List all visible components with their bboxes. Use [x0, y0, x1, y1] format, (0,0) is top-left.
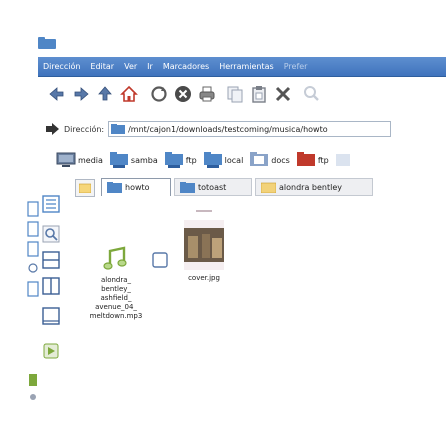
copy-icon[interactable] [224, 83, 246, 105]
location-value: /mnt/cajon1/downloads/testcoming/musica/… [128, 124, 328, 134]
window-folder-icon [38, 37, 56, 49]
music-note-icon [103, 246, 127, 270]
tab-label: alondra bentley [279, 182, 342, 192]
bookmark-ftp[interactable]: ftp [164, 152, 197, 168]
delete-icon[interactable] [272, 83, 294, 105]
bookmark-media[interactable]: media [56, 152, 103, 168]
view-tabs: howto totoast alondra bentley [75, 178, 375, 198]
file-item-cover[interactable]: cover.jpg [174, 200, 234, 283]
folder-icon [261, 182, 276, 193]
media-panel-icon[interactable] [42, 342, 60, 360]
side-panel [38, 187, 70, 407]
vertical-toolbar-icons [27, 201, 39, 400]
tab-label: totoast [198, 182, 227, 192]
bookmark-ftp-2[interactable]: ftp [296, 152, 329, 168]
tab-totoast[interactable]: totoast [174, 178, 252, 196]
menu-marcadores[interactable]: Marcadores [158, 62, 214, 71]
bookmark-label: ftp [185, 155, 197, 165]
bookmark-label: samba [130, 155, 158, 165]
file-name-line: bentley_ [101, 285, 131, 293]
file-view: alondra_ bentley_ ashfield_ avenue_04_ m… [78, 200, 378, 400]
image-thumbnail [184, 208, 224, 270]
vertical-toolbar [27, 200, 39, 405]
docs-folder-icon [250, 152, 269, 166]
panel-columns-icon[interactable] [42, 277, 60, 295]
blank-file-icon [152, 252, 168, 268]
menu-herramientas[interactable]: Herramientas [214, 62, 279, 71]
bookmark-more[interactable] [335, 152, 357, 168]
tree-view-icon[interactable] [42, 195, 60, 213]
search-panel-icon[interactable] [42, 225, 60, 243]
network-folder-icon [109, 152, 128, 168]
new-tab-button[interactable] [75, 179, 95, 197]
back-icon[interactable] [46, 83, 68, 105]
bookmark-label: ftp [317, 155, 329, 165]
menu-editar[interactable]: Editar [85, 62, 119, 71]
tab-alondra-bentley[interactable]: alondra bentley [255, 178, 373, 196]
location-arrow-icon [46, 123, 59, 135]
panel-split-icon[interactable] [42, 251, 60, 269]
file-name-line: avenue_04_ [95, 303, 137, 311]
tab-howto[interactable]: howto [101, 178, 171, 196]
bookmark-samba[interactable]: samba [109, 152, 158, 168]
panel-single-icon[interactable] [42, 307, 60, 325]
file-name-line: ashfield_ [100, 294, 132, 302]
forward-icon[interactable] [70, 83, 92, 105]
network-folder-icon [164, 152, 183, 168]
monitor-icon [56, 152, 76, 167]
file-name: cover.jpg [188, 274, 220, 282]
paste-icon[interactable] [248, 83, 270, 105]
bookmark-label: docs [271, 155, 290, 165]
bookmark-docs[interactable]: docs [249, 152, 290, 168]
location-bar: Dirección: /mnt/cajon1/downloads/testcom… [46, 119, 446, 139]
file-name-line: meltdown.mp3 [89, 312, 143, 320]
home-icon[interactable] [118, 83, 140, 105]
location-input[interactable]: /mnt/cajon1/downloads/testcoming/musica/… [108, 121, 392, 137]
menu-ver[interactable]: Ver [119, 62, 142, 71]
zoom-icon[interactable] [300, 83, 322, 105]
reload-icon[interactable] [148, 83, 170, 105]
file-name-line: alondra_ [100, 276, 132, 284]
stop-icon[interactable] [172, 83, 194, 105]
bookmarks-bar: media samba ftp local docs ftp [56, 150, 446, 170]
red-folder-icon [296, 152, 315, 166]
folder-open-icon [79, 183, 91, 193]
folder-icon [107, 182, 122, 193]
up-icon[interactable] [94, 83, 116, 105]
bookmark-label: local [224, 155, 244, 165]
menu-preferencias[interactable]: Prefer [279, 62, 313, 71]
bookmark-label: media [78, 155, 103, 165]
print-icon[interactable] [196, 83, 218, 105]
folder-icon [111, 124, 126, 134]
folder-icon [180, 181, 195, 193]
file-item-mp3[interactable]: alondra_ bentley_ ashfield_ avenue_04_ m… [86, 246, 146, 321]
menu-ir[interactable]: Ir [142, 62, 158, 71]
network-folder-icon [203, 152, 222, 168]
menu-direccion[interactable]: Dirección [38, 62, 85, 71]
folder-icon [335, 154, 350, 166]
bookmark-local[interactable]: local [203, 152, 244, 168]
menubar: Dirección Editar Ver Ir Marcadores Herra… [38, 57, 446, 77]
tab-label: howto [125, 183, 150, 192]
main-toolbar [46, 80, 446, 108]
file-item-placeholder[interactable] [146, 252, 174, 272]
location-label: Dirección: [64, 124, 105, 134]
